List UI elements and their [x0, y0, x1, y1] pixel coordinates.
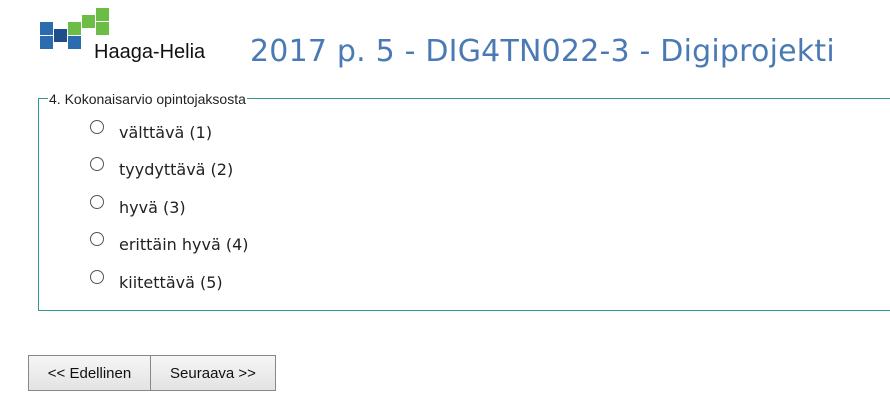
radio-button[interactable] — [90, 120, 104, 134]
option-label[interactable]: hyvä (3) — [119, 198, 186, 217]
question-legend: 4. Kokonaisarvio opintojaksosta — [48, 91, 247, 107]
previous-button[interactable]: << Edellinen — [28, 355, 151, 391]
next-button[interactable]: Seuraava >> — [150, 355, 276, 391]
haaga-helia-logo: Haaga-Helia — [38, 8, 218, 64]
option-label[interactable]: välttävä (1) — [119, 123, 212, 142]
logo-text: Haaga-Helia — [94, 41, 206, 63]
option-label[interactable]: kiitettävä (5) — [119, 273, 223, 292]
option-label[interactable]: tyydyttävä (2) — [119, 160, 233, 179]
page-title: 2017 p. 5 - DIG4TN022-3 - Digiprojekti — [250, 34, 835, 69]
radio-button[interactable] — [90, 195, 104, 209]
option-label[interactable]: erittäin hyvä (4) — [119, 235, 249, 254]
radio-button[interactable] — [90, 270, 104, 284]
radio-button[interactable] — [90, 232, 104, 246]
radio-button[interactable] — [90, 157, 104, 171]
